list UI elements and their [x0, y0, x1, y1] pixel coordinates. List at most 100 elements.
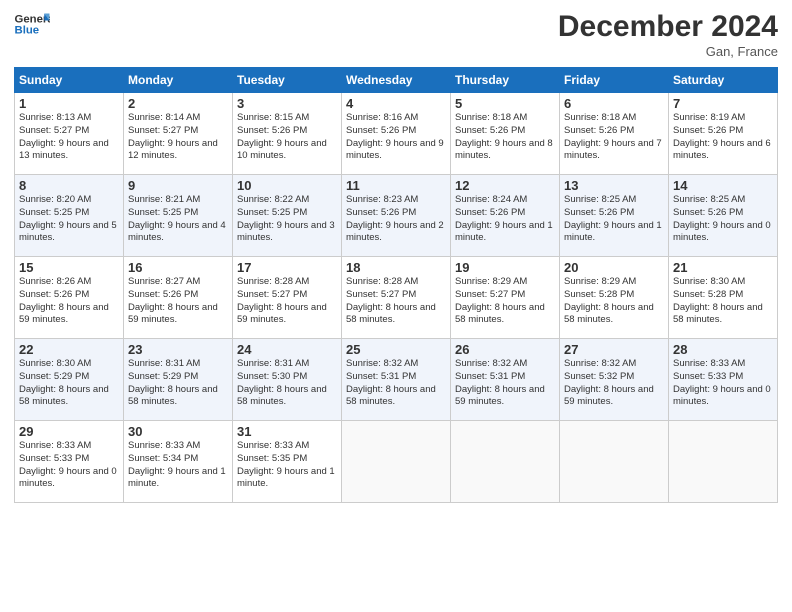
cell-content: Sunrise: 8:21 AM Sunset: 5:25 PM Dayligh… [128, 194, 228, 245]
cell-content: Sunrise: 8:26 AM Sunset: 5:26 PM Dayligh… [19, 276, 119, 327]
title-block: December 2024 Gan, France [558, 10, 778, 59]
day-number: 10 [237, 178, 337, 193]
cell-content: Sunrise: 8:33 AM Sunset: 5:34 PM Dayligh… [128, 440, 228, 491]
table-row: 10 Sunrise: 8:22 AM Sunset: 5:25 PM Dayl… [233, 175, 342, 257]
day-number: 25 [346, 342, 446, 357]
table-row: 19 Sunrise: 8:29 AM Sunset: 5:27 PM Dayl… [451, 257, 560, 339]
table-row: 13 Sunrise: 8:25 AM Sunset: 5:26 PM Dayl… [560, 175, 669, 257]
table-row: 22 Sunrise: 8:30 AM Sunset: 5:29 PM Dayl… [15, 339, 124, 421]
table-row: 16 Sunrise: 8:27 AM Sunset: 5:26 PM Dayl… [124, 257, 233, 339]
cell-content: Sunrise: 8:15 AM Sunset: 5:26 PM Dayligh… [237, 112, 337, 163]
day-number: 19 [455, 260, 555, 275]
col-monday: Monday [124, 68, 233, 93]
table-row: 31 Sunrise: 8:33 AM Sunset: 5:35 PM Dayl… [233, 421, 342, 503]
day-number: 12 [455, 178, 555, 193]
cell-content: Sunrise: 8:32 AM Sunset: 5:31 PM Dayligh… [346, 358, 446, 409]
cell-content: Sunrise: 8:31 AM Sunset: 5:30 PM Dayligh… [237, 358, 337, 409]
day-number: 9 [128, 178, 228, 193]
cell-content: Sunrise: 8:33 AM Sunset: 5:35 PM Dayligh… [237, 440, 337, 491]
calendar-table: Sunday Monday Tuesday Wednesday Thursday… [14, 67, 778, 503]
table-row: 8 Sunrise: 8:20 AM Sunset: 5:25 PM Dayli… [15, 175, 124, 257]
day-number: 24 [237, 342, 337, 357]
cell-content: Sunrise: 8:27 AM Sunset: 5:26 PM Dayligh… [128, 276, 228, 327]
cell-content: Sunrise: 8:32 AM Sunset: 5:32 PM Dayligh… [564, 358, 664, 409]
table-row: 3 Sunrise: 8:15 AM Sunset: 5:26 PM Dayli… [233, 93, 342, 175]
page-container: General Blue December 2024 Gan, France S… [0, 0, 792, 509]
table-row: 25 Sunrise: 8:32 AM Sunset: 5:31 PM Dayl… [342, 339, 451, 421]
table-row: 6 Sunrise: 8:18 AM Sunset: 5:26 PM Dayli… [560, 93, 669, 175]
day-number: 5 [455, 96, 555, 111]
table-row: 9 Sunrise: 8:21 AM Sunset: 5:25 PM Dayli… [124, 175, 233, 257]
day-number: 7 [673, 96, 773, 111]
table-row: 21 Sunrise: 8:30 AM Sunset: 5:28 PM Dayl… [669, 257, 778, 339]
cell-content: Sunrise: 8:28 AM Sunset: 5:27 PM Dayligh… [237, 276, 337, 327]
cell-content: Sunrise: 8:16 AM Sunset: 5:26 PM Dayligh… [346, 112, 446, 163]
table-row [669, 421, 778, 503]
cell-content: Sunrise: 8:33 AM Sunset: 5:33 PM Dayligh… [19, 440, 119, 491]
table-row: 29 Sunrise: 8:33 AM Sunset: 5:33 PM Dayl… [15, 421, 124, 503]
day-number: 28 [673, 342, 773, 357]
cell-content: Sunrise: 8:24 AM Sunset: 5:26 PM Dayligh… [455, 194, 555, 245]
week-row-5: 29 Sunrise: 8:33 AM Sunset: 5:33 PM Dayl… [15, 421, 778, 503]
week-row-4: 22 Sunrise: 8:30 AM Sunset: 5:29 PM Dayl… [15, 339, 778, 421]
table-row [560, 421, 669, 503]
cell-content: Sunrise: 8:14 AM Sunset: 5:27 PM Dayligh… [128, 112, 228, 163]
cell-content: Sunrise: 8:29 AM Sunset: 5:27 PM Dayligh… [455, 276, 555, 327]
location: Gan, France [558, 44, 778, 59]
cell-content: Sunrise: 8:25 AM Sunset: 5:26 PM Dayligh… [564, 194, 664, 245]
col-wednesday: Wednesday [342, 68, 451, 93]
table-row [451, 421, 560, 503]
day-number: 13 [564, 178, 664, 193]
logo: General Blue [14, 10, 50, 38]
week-row-3: 15 Sunrise: 8:26 AM Sunset: 5:26 PM Dayl… [15, 257, 778, 339]
day-number: 3 [237, 96, 337, 111]
day-number: 22 [19, 342, 119, 357]
cell-content: Sunrise: 8:18 AM Sunset: 5:26 PM Dayligh… [455, 112, 555, 163]
cell-content: Sunrise: 8:30 AM Sunset: 5:29 PM Dayligh… [19, 358, 119, 409]
day-number: 18 [346, 260, 446, 275]
week-row-1: 1 Sunrise: 8:13 AM Sunset: 5:27 PM Dayli… [15, 93, 778, 175]
day-number: 1 [19, 96, 119, 111]
cell-content: Sunrise: 8:20 AM Sunset: 5:25 PM Dayligh… [19, 194, 119, 245]
week-row-2: 8 Sunrise: 8:20 AM Sunset: 5:25 PM Dayli… [15, 175, 778, 257]
cell-content: Sunrise: 8:13 AM Sunset: 5:27 PM Dayligh… [19, 112, 119, 163]
day-number: 20 [564, 260, 664, 275]
day-number: 8 [19, 178, 119, 193]
day-number: 4 [346, 96, 446, 111]
table-row: 15 Sunrise: 8:26 AM Sunset: 5:26 PM Dayl… [15, 257, 124, 339]
table-row: 17 Sunrise: 8:28 AM Sunset: 5:27 PM Dayl… [233, 257, 342, 339]
table-row: 23 Sunrise: 8:31 AM Sunset: 5:29 PM Dayl… [124, 339, 233, 421]
day-number: 14 [673, 178, 773, 193]
day-number: 31 [237, 424, 337, 439]
cell-content: Sunrise: 8:23 AM Sunset: 5:26 PM Dayligh… [346, 194, 446, 245]
cell-content: Sunrise: 8:19 AM Sunset: 5:26 PM Dayligh… [673, 112, 773, 163]
table-row: 11 Sunrise: 8:23 AM Sunset: 5:26 PM Dayl… [342, 175, 451, 257]
day-number: 27 [564, 342, 664, 357]
cell-content: Sunrise: 8:31 AM Sunset: 5:29 PM Dayligh… [128, 358, 228, 409]
table-row: 14 Sunrise: 8:25 AM Sunset: 5:26 PM Dayl… [669, 175, 778, 257]
day-number: 23 [128, 342, 228, 357]
day-number: 2 [128, 96, 228, 111]
cell-content: Sunrise: 8:29 AM Sunset: 5:28 PM Dayligh… [564, 276, 664, 327]
svg-text:Blue: Blue [15, 25, 40, 37]
table-row: 5 Sunrise: 8:18 AM Sunset: 5:26 PM Dayli… [451, 93, 560, 175]
table-row [342, 421, 451, 503]
table-row: 20 Sunrise: 8:29 AM Sunset: 5:28 PM Dayl… [560, 257, 669, 339]
table-row: 26 Sunrise: 8:32 AM Sunset: 5:31 PM Dayl… [451, 339, 560, 421]
table-row: 28 Sunrise: 8:33 AM Sunset: 5:33 PM Dayl… [669, 339, 778, 421]
table-row: 2 Sunrise: 8:14 AM Sunset: 5:27 PM Dayli… [124, 93, 233, 175]
table-row: 24 Sunrise: 8:31 AM Sunset: 5:30 PM Dayl… [233, 339, 342, 421]
col-thursday: Thursday [451, 68, 560, 93]
logo-icon: General Blue [14, 10, 50, 38]
day-number: 16 [128, 260, 228, 275]
header: General Blue December 2024 Gan, France [14, 10, 778, 59]
table-row: 12 Sunrise: 8:24 AM Sunset: 5:26 PM Dayl… [451, 175, 560, 257]
day-number: 15 [19, 260, 119, 275]
table-row: 7 Sunrise: 8:19 AM Sunset: 5:26 PM Dayli… [669, 93, 778, 175]
cell-content: Sunrise: 8:30 AM Sunset: 5:28 PM Dayligh… [673, 276, 773, 327]
cell-content: Sunrise: 8:25 AM Sunset: 5:26 PM Dayligh… [673, 194, 773, 245]
table-row: 18 Sunrise: 8:28 AM Sunset: 5:27 PM Dayl… [342, 257, 451, 339]
cell-content: Sunrise: 8:28 AM Sunset: 5:27 PM Dayligh… [346, 276, 446, 327]
day-number: 21 [673, 260, 773, 275]
day-number: 6 [564, 96, 664, 111]
